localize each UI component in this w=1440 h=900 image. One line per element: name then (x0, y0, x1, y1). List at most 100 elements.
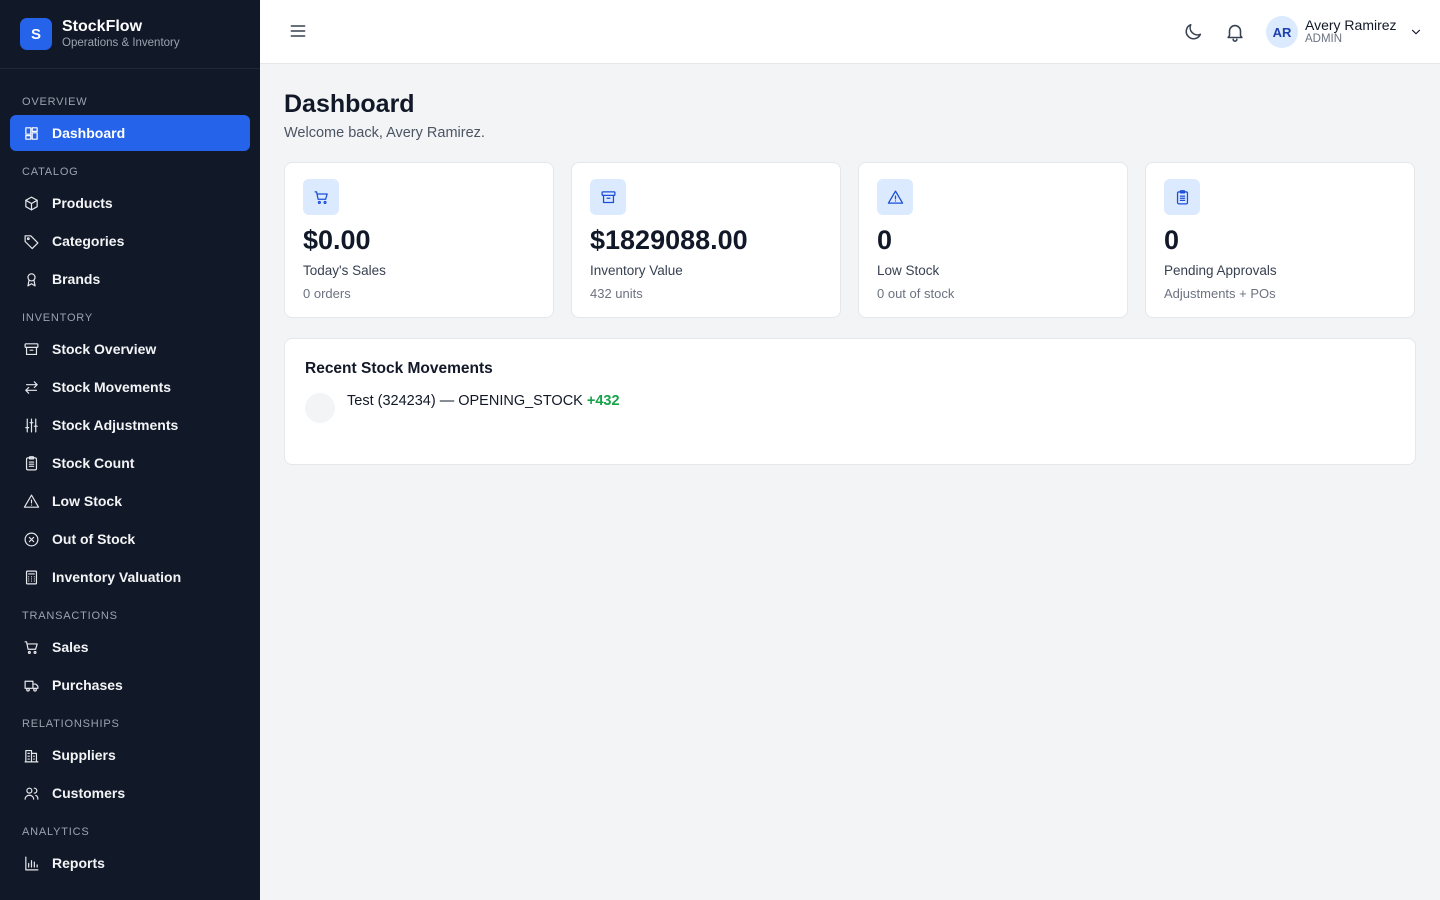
sidebar-item-dashboard[interactable]: Dashboard (10, 115, 250, 151)
sidebar-item-purchases[interactable]: Purchases (10, 667, 250, 703)
sidebar-item-categories[interactable]: Categories (10, 223, 250, 259)
stat-card-pending-approvals: 0 Pending Approvals Adjustments + POs (1145, 162, 1415, 318)
user-name: Avery Ramirez (1305, 17, 1397, 33)
sidebar-item-stock-movements[interactable]: Stock Movements (10, 369, 250, 405)
cart-icon (303, 179, 339, 215)
archive-icon (590, 179, 626, 215)
sidebar-item-label: Categories (52, 233, 125, 249)
sidebar-item-products[interactable]: Products (10, 185, 250, 221)
stat-value: $1829088.00 (590, 225, 748, 255)
users-icon (22, 784, 40, 802)
nav-section: RELATIONSHIPS Suppliers Customers (0, 717, 260, 811)
calculator-icon (22, 568, 40, 586)
sidebar-item-reports[interactable]: Reports (10, 845, 250, 881)
sidebar-item-stock-count[interactable]: Stock Count (10, 445, 250, 481)
sidebar-item-label: Sales (52, 639, 89, 655)
clipboard-icon (1164, 179, 1200, 215)
brand-logo: S (20, 18, 52, 50)
user-menu[interactable]: AR Avery Ramirez ADMIN (1266, 16, 1423, 48)
sidebar-item-label: Stock Overview (52, 341, 157, 357)
sliders-icon (22, 416, 40, 434)
brand-name: StockFlow (62, 17, 143, 35)
topbar: AR Avery Ramirez ADMIN (260, 0, 1440, 64)
brand-subtitle: Operations & Inventory (62, 36, 180, 49)
stat-meta: 432 units (590, 286, 643, 301)
nav-section: TRANSACTIONS Sales Purchases (0, 609, 260, 703)
stat-meta: 0 orders (303, 286, 351, 301)
sidebar-item-label: Reports (52, 855, 105, 871)
sidebar-item-sales[interactable]: Sales (10, 629, 250, 665)
nav-section-label: RELATIONSHIPS (22, 718, 120, 730)
warning-icon (22, 492, 40, 510)
cart-icon (22, 638, 40, 656)
stat-label: Inventory Value (590, 263, 683, 278)
sidebar-item-suppliers[interactable]: Suppliers (10, 737, 250, 773)
truck-icon (22, 676, 40, 694)
dashboard-icon (22, 124, 40, 142)
sidebar-item-label: Customers (52, 785, 126, 801)
stats-row: $0.00 Today's Sales 0 orders $1829088.00… (284, 162, 1416, 318)
nav-section-label: ANALYTICS (22, 826, 90, 838)
archive-icon (22, 340, 40, 358)
sidebar-item-brands[interactable]: Brands (10, 261, 250, 297)
building-icon (22, 746, 40, 764)
movement-text: Test (324234) — OPENING_STOCK +432 (347, 393, 620, 409)
sidebar-item-label: Suppliers (52, 747, 116, 763)
nav-section-label: INVENTORY (22, 312, 93, 324)
nav-section-label: TRANSACTIONS (22, 610, 118, 622)
sidebar-item-inventory-valuation[interactable]: Inventory Valuation (10, 559, 250, 595)
sidebar-item-label: Inventory Valuation (52, 569, 182, 585)
page-title: Dashboard (284, 90, 415, 118)
sidebar-item-label: Dashboard (52, 125, 126, 141)
bar-chart-icon (22, 854, 40, 872)
sidebar-item-label: Purchases (52, 677, 123, 693)
movement-avatar (305, 393, 335, 423)
sidebar-item-label: Out of Stock (52, 531, 136, 547)
x-circle-icon (22, 530, 40, 548)
award-icon (22, 270, 40, 288)
stat-label: Low Stock (877, 263, 940, 278)
page-subtitle: Welcome back, Avery Ramirez. (284, 125, 485, 141)
sidebar-item-label: Stock Count (52, 455, 135, 471)
movement-description: Test (324234) — OPENING_STOCK (347, 393, 583, 409)
chevron-down-icon[interactable] (1409, 25, 1423, 39)
sidebar: S StockFlow Operations & Inventory OVERV… (0, 0, 260, 900)
tag-icon (22, 232, 40, 250)
panel-title: Recent Stock Movements (305, 360, 493, 377)
sidebar-item-low-stock[interactable]: Low Stock (10, 483, 250, 519)
dark-mode-icon[interactable] (1182, 21, 1204, 43)
nav-section: OVERVIEW Dashboard (0, 95, 260, 151)
stat-label: Today's Sales (303, 263, 386, 278)
warning-icon (877, 179, 913, 215)
stat-card-low-stock: 0 Low Stock 0 out of stock (858, 162, 1128, 318)
nav-section: INVENTORY Stock Overview Stock Movements St… (0, 311, 260, 595)
arrows-exchange-icon (22, 378, 40, 396)
avatar: AR (1266, 16, 1298, 48)
list-item[interactable]: Test (324234) — OPENING_STOCK +432 (305, 393, 1395, 423)
stat-value: $0.00 (303, 225, 371, 255)
sidebar-item-label: Stock Adjustments (52, 417, 179, 433)
nav-section-label: OVERVIEW (22, 96, 88, 108)
nav-section: CATALOG Products Categories Brands (0, 165, 260, 297)
sidebar-item-stock-overview[interactable]: Stock Overview (10, 331, 250, 367)
stat-label: Pending Approvals (1164, 263, 1277, 278)
stat-card-sales: $0.00 Today's Sales 0 orders (284, 162, 554, 318)
nav-section: ANALYTICS Reports (0, 825, 260, 881)
stat-value: 0 (1164, 225, 1180, 255)
menu-toggle-icon[interactable] (288, 21, 308, 41)
brand[interactable]: S StockFlow Operations & Inventory (0, 0, 260, 69)
box-icon (22, 194, 40, 212)
sidebar-item-out-of-stock[interactable]: Out of Stock (10, 521, 250, 557)
main-content: Dashboard Welcome back, Avery Ramirez. $… (284, 64, 1416, 465)
sidebar-item-label: Brands (52, 271, 101, 287)
sidebar-item-stock-adjustments[interactable]: Stock Adjustments (10, 407, 250, 443)
stat-card-inventory-value: $1829088.00 Inventory Value 432 units (571, 162, 841, 318)
sidebar-item-customers[interactable]: Customers (10, 775, 250, 811)
bell-icon[interactable] (1224, 21, 1246, 43)
movement-quantity: +432 (586, 393, 620, 409)
stat-meta: Adjustments + POs (1164, 286, 1276, 301)
sidebar-nav: OVERVIEW Dashboard CATALOG Products Categori… (0, 69, 260, 881)
sidebar-item-label: Products (52, 195, 113, 211)
user-role: ADMIN (1305, 33, 1343, 45)
clipboard-icon (22, 454, 40, 472)
